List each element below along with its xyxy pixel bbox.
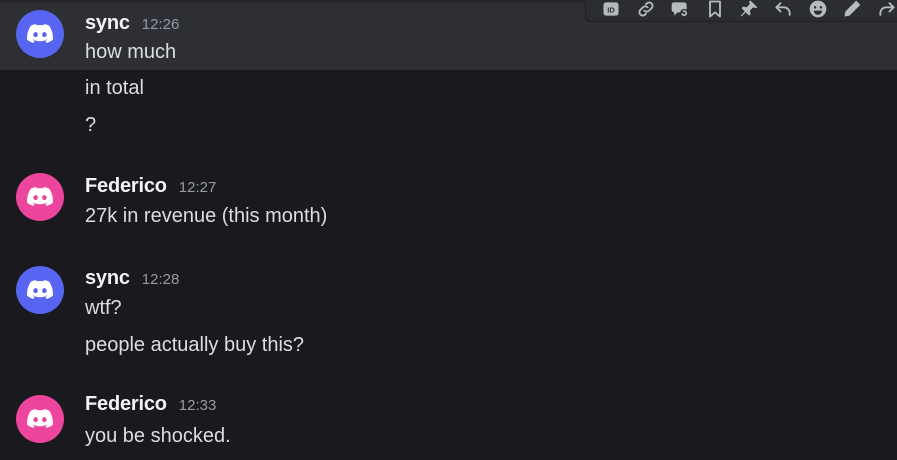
username[interactable]: sync [85,267,130,290]
discord-logo-icon [27,280,53,299]
message-header: Federico 12:27 [85,175,216,197]
avatar[interactable] [16,395,64,443]
avatar[interactable] [16,10,64,58]
emoji-icon [809,0,827,18]
copy-id-button[interactable]: ID [594,0,628,21]
link-icon [638,1,654,17]
reply-icon [775,2,791,16]
svg-text:ID: ID [607,5,615,14]
message-text: ? [85,114,97,136]
message-text: people actually buy this? [85,334,305,356]
forward-button[interactable] [870,0,897,21]
thread-icon [671,2,689,18]
message-text: wtf? [85,297,122,319]
message-header: sync 12:26 [85,12,179,34]
message-text: you be shocked. [85,425,231,447]
create-thread-button[interactable] [663,0,697,21]
username[interactable]: Federico [85,393,167,416]
discord-logo-icon [27,187,53,206]
message-text: 27k in revenue (this month) [85,205,328,227]
timestamp[interactable]: 12:26 [142,16,180,33]
message-header: sync 12:28 [85,267,179,289]
timestamp[interactable]: 12:27 [179,179,217,196]
message-header: Federico 12:33 [85,393,216,415]
forward-icon [879,2,895,16]
username[interactable]: Federico [85,175,167,198]
copy-link-button[interactable] [628,0,662,21]
message-group[interactable]: sync 12:26 how much ID [0,0,897,70]
pin-button[interactable] [732,0,766,21]
avatar[interactable] [16,266,64,314]
message-action-toolbar: ID [585,0,897,22]
bookmark-icon [708,0,721,18]
discord-logo-icon [27,409,53,428]
reply-button[interactable] [766,0,800,21]
discord-logo-icon [27,24,53,43]
username[interactable]: sync [85,12,130,35]
edit-icon [844,0,861,17]
pin-icon [740,0,758,17]
bookmark-button[interactable] [697,0,731,21]
avatar[interactable] [16,173,64,221]
chat-messages: sync 12:26 how much ID in total ? Federi… [0,0,897,460]
timestamp[interactable]: 12:33 [179,397,217,414]
edit-button[interactable] [835,0,869,21]
message-text: in total [85,77,144,99]
id-icon: ID [603,2,619,16]
add-reaction-button[interactable] [801,0,835,21]
timestamp[interactable]: 12:28 [142,271,180,288]
message-text: how much [85,41,177,63]
